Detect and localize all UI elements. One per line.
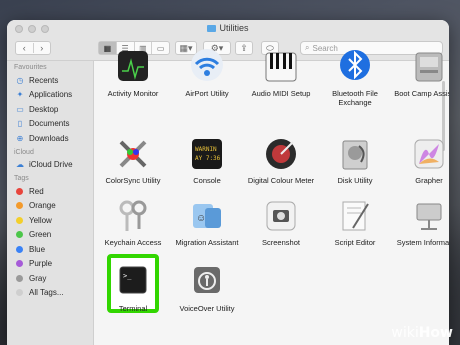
file-grid: Activity Monitor AirPort Utility Audio M…: [94, 49, 449, 345]
tag-color-dot: [16, 216, 23, 224]
download-icon: ⊕: [16, 133, 24, 143]
app-system-information[interactable]: System Information: [390, 196, 449, 247]
svg-text:AY 7:36: AY 7:36: [195, 155, 221, 162]
sidebar-heading-tags: Tags: [14, 175, 29, 182]
svg-text:☺: ☺: [196, 213, 206, 224]
keychain-icon: [113, 196, 153, 236]
screenshot-icon: [261, 196, 301, 236]
app-terminal[interactable]: >_ Terminal: [94, 262, 172, 313]
grapher-icon: [409, 134, 449, 174]
sidebar-item-recents[interactable]: ◷ Recents: [7, 73, 93, 88]
app-migration-assistant[interactable]: ☺ Migration Assistant: [168, 196, 246, 247]
tag-color-dot: [16, 231, 23, 239]
tag-color-dot: [16, 274, 23, 282]
app-digital-colour-meter[interactable]: Digital Colour Meter: [242, 134, 320, 185]
finder-window: Utilities ‹ › ▦ ☰ ▥ ▭ ▦▾ ⚙▾ ⇪ ⬭ ⌕ Search…: [7, 20, 449, 345]
boot-camp-icon: [409, 47, 449, 87]
app-colorsync-utility[interactable]: ColorSync Utility: [94, 134, 172, 185]
disk-utility-icon: [335, 134, 375, 174]
sidebar-tag-red[interactable]: Red: [7, 184, 93, 199]
tag-color-dot: [16, 245, 23, 253]
sidebar-all-tags[interactable]: All Tags...: [7, 286, 93, 301]
clock-icon: ◷: [16, 75, 24, 85]
sidebar-item-desktop[interactable]: ▭ Desktop: [7, 102, 93, 117]
sidebar-heading-icloud: iCloud: [14, 148, 34, 156]
back-button[interactable]: ‹: [16, 43, 34, 53]
title-bar: Utilities: [7, 20, 449, 38]
piano-keyboard-icon: [261, 47, 301, 87]
app-voiceover-utility[interactable]: VoiceOver Utility: [168, 262, 246, 313]
sidebar: Favourites ◷ Recents ✦ Applications ▭ Deskt…: [7, 61, 94, 345]
app-screenshot[interactable]: Screenshot: [242, 196, 320, 247]
tag-color-dot: [16, 187, 23, 195]
document-icon: ▯: [17, 119, 23, 129]
terminal-icon: >_: [113, 262, 153, 302]
sidebar-heading-favourites: Favourites: [14, 64, 47, 71]
app-bluetooth-file-exchange[interactable]: Bluetooth File Exchange: [316, 47, 394, 107]
migration-icon: ☺: [187, 196, 227, 236]
app-audio-midi-setup[interactable]: Audio MIDI Setup: [242, 47, 320, 98]
app-disk-utility[interactable]: Disk Utility: [316, 134, 394, 185]
app-console[interactable]: WARNIN AY 7:36 Console: [168, 134, 246, 185]
sidebar-tag-orange[interactable]: Orange: [7, 199, 93, 214]
app-grapher[interactable]: Grapher: [390, 134, 449, 185]
applications-icon: ✦: [16, 90, 24, 100]
sidebar-item-icloud-drive[interactable]: ☁ iCloud Drive: [7, 158, 93, 173]
app-activity-monitor[interactable]: Activity Monitor: [94, 47, 172, 98]
tag-color-dot: [16, 260, 23, 268]
cloud-icon: ☁: [16, 160, 24, 170]
colour-meter-icon: [261, 134, 301, 174]
tag-color-dot: [16, 202, 23, 210]
window-title: Utilities: [7, 23, 449, 33]
app-airport-utility[interactable]: AirPort Utility: [168, 47, 246, 98]
sidebar-item-applications[interactable]: ✦ Applications: [7, 88, 93, 103]
wikihow-watermark: wikiHow: [391, 325, 453, 341]
activity-monitor-icon: [113, 47, 153, 87]
app-script-editor[interactable]: Script Editor: [316, 196, 394, 247]
wifi-icon: [187, 47, 227, 87]
sidebar-tag-yellow[interactable]: Yellow: [7, 213, 93, 228]
tag-color-dot: [16, 289, 23, 297]
sidebar-tag-purple[interactable]: Purple: [7, 257, 93, 272]
app-boot-camp-assistant[interactable]: Boot Camp Assistant: [390, 47, 449, 98]
system-information-icon: [409, 196, 449, 236]
sidebar-tag-blue[interactable]: Blue: [7, 242, 93, 257]
desktop-icon: ▭: [16, 104, 24, 114]
bluetooth-icon: [335, 47, 375, 87]
navigation-group: ‹ ›: [15, 41, 51, 55]
folder-icon: [207, 25, 217, 32]
app-keychain-access[interactable]: Keychain Access: [94, 196, 172, 247]
console-icon: WARNIN AY 7:36: [187, 134, 227, 174]
sidebar-item-documents[interactable]: ▯ Documents: [7, 117, 93, 132]
svg-text:WARNIN: WARNIN: [195, 146, 217, 153]
colorsync-icon: [113, 134, 153, 174]
forward-button[interactable]: ›: [34, 43, 51, 53]
sidebar-tag-green[interactable]: Green: [7, 228, 93, 243]
sidebar-item-downloads[interactable]: ⊕ Downloads: [7, 131, 93, 146]
svg-text:>_: >_: [123, 272, 132, 280]
script-editor-icon: [335, 196, 375, 236]
sidebar-tag-gray[interactable]: Gray: [7, 271, 93, 286]
voiceover-icon: [187, 262, 227, 302]
